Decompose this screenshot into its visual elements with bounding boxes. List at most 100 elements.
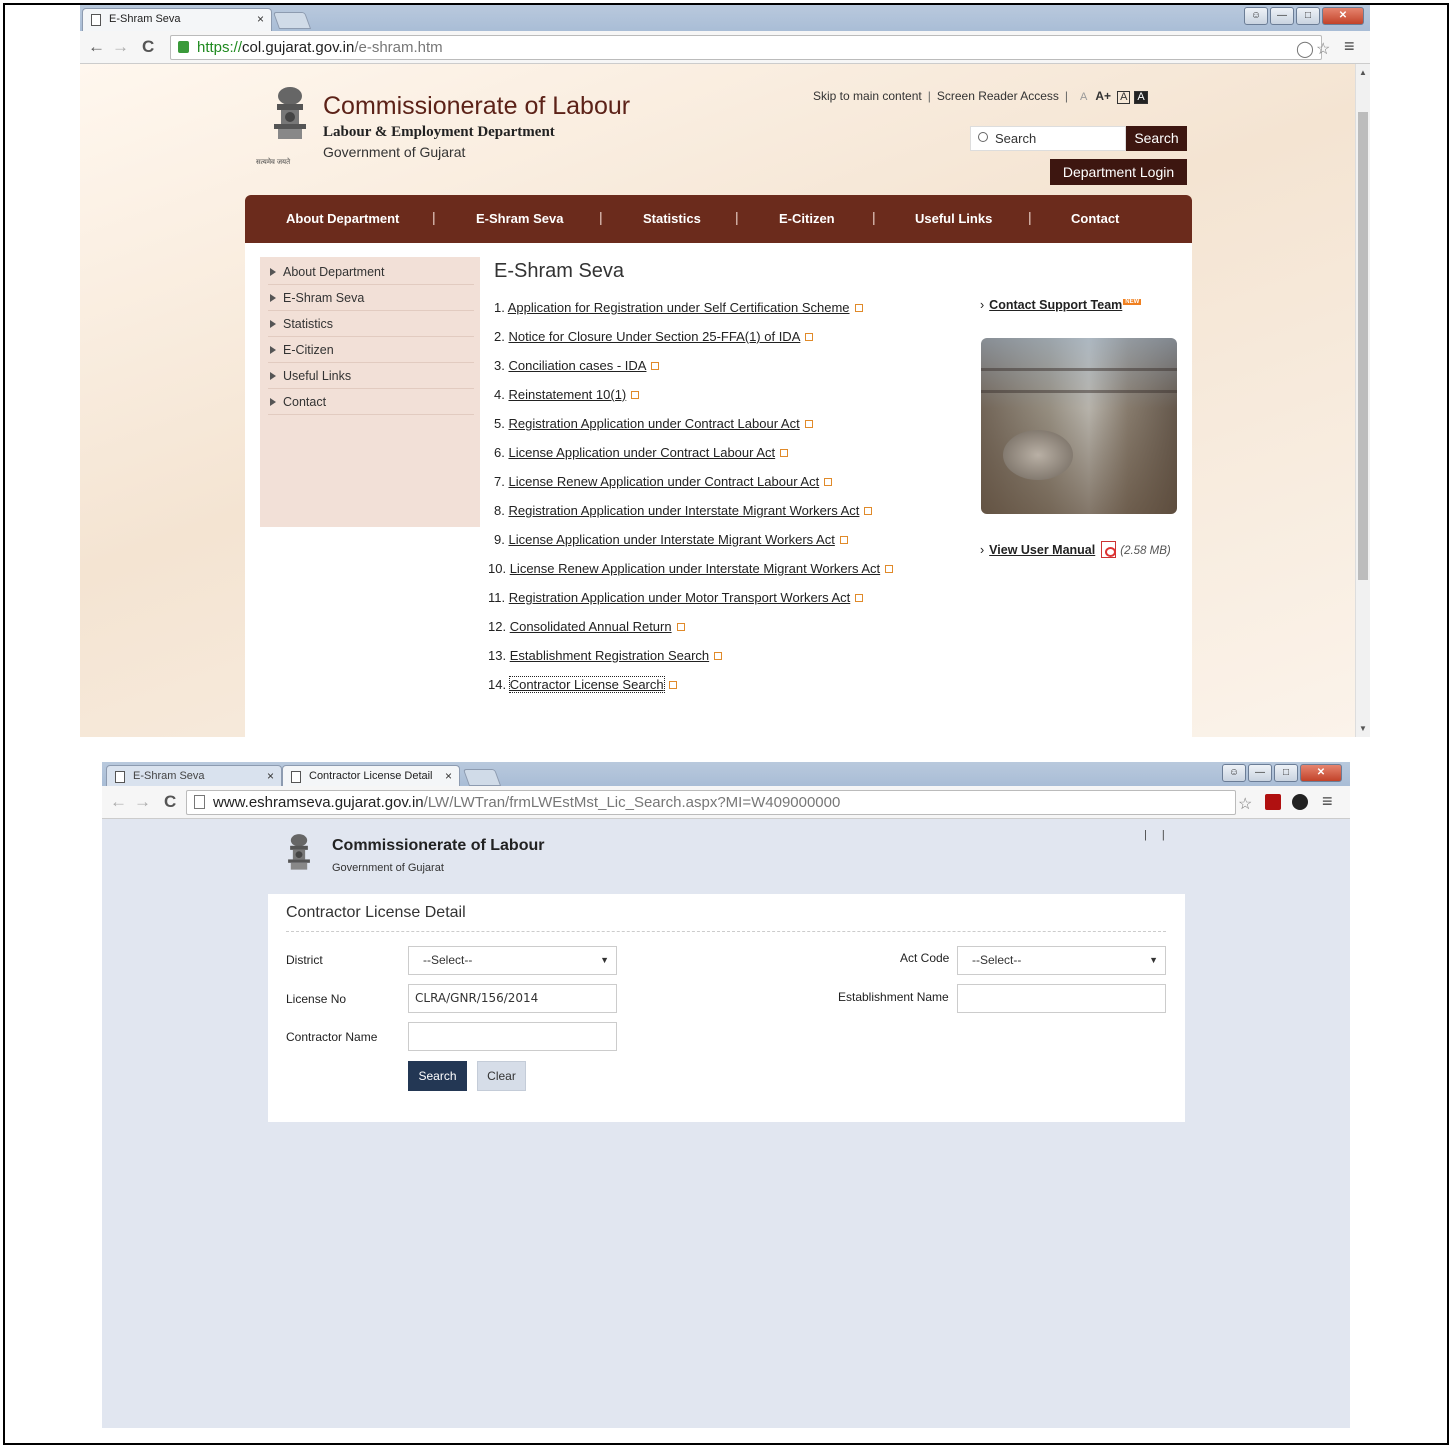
skip-to-main-link[interactable]: Skip to main content [813,89,922,103]
back-icon[interactable]: ← [110,792,127,812]
sidebar-item-statistics[interactable]: Statistics [268,311,474,337]
acrobat-extension-icon[interactable] [1265,794,1281,810]
service-link[interactable]: Registration Application under Contract … [508,416,799,431]
sidebar-item-e-shram-seva[interactable]: E-Shram Seva [268,285,474,311]
service-link[interactable]: Application for Registration under Self … [508,300,850,315]
minimize-button[interactable]: — [1270,7,1294,25]
service-link[interactable]: License Renew Application under Contract… [508,474,819,489]
service-link[interactable]: License Renew Application under Intersta… [510,561,880,576]
scroll-down-icon[interactable]: ▼ [1359,724,1367,733]
address-bar[interactable]: www.eshramseva.gujarat.gov.in/LW/LWTran/… [186,790,1236,815]
license-no-input[interactable]: CLRA/GNR/156/2014 [408,984,617,1013]
maximize-button[interactable]: □ [1274,764,1298,782]
bookmark-star-icon[interactable]: ☆ [1316,39,1330,59]
service-link-focused[interactable]: Contractor License Search [508,676,665,693]
act-code-label: Act Code [900,951,950,965]
user-manual-link[interactable]: View User Manual [989,543,1095,557]
reload-icon[interactable]: C [142,37,154,57]
sidebar-item-contact[interactable]: Contact [268,389,474,415]
address-bar[interactable]: https://col.gujarat.gov.in/e-shram.htm [170,35,1322,60]
scroll-up-icon[interactable]: ▲ [1359,68,1367,77]
nav-contact[interactable]: Contact [1071,211,1119,226]
service-link[interactable]: Notice for Closure Under Section 25-FFA(… [508,329,800,344]
nav-useful-links[interactable]: Useful Links [915,211,992,226]
close-window-button[interactable]: ✕ [1300,764,1342,782]
list-item[interactable]: 3. Conciliation cases - IDA [494,358,660,373]
forward-icon[interactable]: → [134,792,151,812]
menu-icon[interactable]: ≡ [1344,36,1355,57]
nav-about-department[interactable]: About Department [286,211,399,226]
list-item[interactable]: 12. Consolidated Annual Return [488,619,685,634]
site-search-button[interactable]: Search [1126,126,1187,151]
minimize-button[interactable]: — [1248,764,1272,782]
list-item[interactable]: 1. Application for Registration under Se… [494,300,863,315]
menu-icon[interactable]: ≡ [1322,791,1333,812]
list-item[interactable]: 9. License Application under Interstate … [494,532,848,547]
service-link[interactable]: Reinstatement 10(1) [508,387,626,402]
establishment-name-input[interactable] [957,984,1166,1013]
site-search-input[interactable]: Search [970,126,1126,151]
contrast-light-button[interactable]: A [1117,91,1131,104]
list-item[interactable]: 11. Registration Application under Motor… [488,590,864,605]
district-select[interactable]: --Select-- ▼ [408,946,617,975]
close-window-button[interactable]: ✕ [1322,7,1364,25]
scrollbar-thumb[interactable] [1358,112,1368,580]
user-icon[interactable]: ☺ [1244,7,1268,25]
list-item[interactable]: 2. Notice for Closure Under Section 25-F… [494,329,814,344]
department-login-button[interactable]: Department Login [1050,159,1187,185]
list-item[interactable]: 4. Reinstatement 10(1) [494,387,640,402]
list-item[interactable]: 13. Establishment Registration Search [488,648,723,663]
emblem-motto: सत्यमेव जयते [256,159,291,166]
sidebar-item-e-citizen[interactable]: E-Citizen [268,337,474,363]
contact-support-link[interactable]: › Contact Support Team NEW [980,298,1142,312]
nav-statistics[interactable]: Statistics [643,211,701,226]
tab-eshram-seva[interactable]: E-Shram Seva × [82,8,272,31]
tab-eshram-seva[interactable]: E-Shram Seva × [106,765,282,788]
user-icon[interactable]: ☺ [1222,764,1246,782]
service-link[interactable]: Conciliation cases - IDA [508,358,646,373]
tab-contractor-license-detail[interactable]: Contractor License Detail × [282,765,460,788]
new-tab-button[interactable] [462,769,502,786]
back-icon[interactable]: ← [88,37,105,57]
extension-icon[interactable] [1292,794,1308,810]
bookmark-star-icon[interactable]: ☆ [1238,794,1252,814]
maximize-button[interactable]: □ [1296,7,1320,25]
close-tab-icon[interactable]: × [445,769,452,783]
list-item[interactable]: 8. Registration Application under Inters… [494,503,873,518]
external-link-icon [651,362,660,370]
screen-reader-link[interactable]: Screen Reader Access [937,89,1059,103]
sidebar-item-useful-links[interactable]: Useful Links [268,363,474,389]
font-size-small-button[interactable]: A [1078,91,1089,103]
contrast-dark-button[interactable]: A [1134,91,1148,104]
service-link[interactable]: Registration Application under Motor Tra… [509,590,851,605]
close-tab-icon[interactable]: × [257,12,264,26]
shield-icon[interactable]: ◯ [1296,39,1314,59]
service-link[interactable]: Establishment Registration Search [510,648,709,663]
list-item[interactable]: 5. Registration Application under Contra… [494,416,813,431]
service-link[interactable]: License Application under Interstate Mig… [508,532,834,547]
forward-icon[interactable]: → [112,37,129,57]
org-title[interactable]: Commissionerate of Labour [323,92,630,121]
close-tab-icon[interactable]: × [267,769,274,783]
list-number: 6. [494,445,505,460]
nav-e-shram-seva[interactable]: E-Shram Seva [476,211,563,226]
org-government: Government of Gujarat [332,862,444,874]
list-item[interactable]: 10. License Renew Application under Inte… [488,561,894,576]
list-item[interactable]: 7. License Renew Application under Contr… [494,474,833,489]
nav-e-citizen[interactable]: E-Citizen [779,211,835,226]
new-tab-button[interactable] [272,12,312,29]
service-link[interactable]: Consolidated Annual Return [510,619,672,634]
contractor-name-input[interactable] [408,1022,617,1051]
act-code-select[interactable]: --Select-- ▼ [957,946,1166,975]
sidebar-item-about-department[interactable]: About Department [268,259,474,285]
list-item[interactable]: 6. License Application under Contract La… [494,445,789,460]
search-button[interactable]: Search [408,1061,467,1091]
service-link[interactable]: License Application under Contract Labou… [508,445,775,460]
pdf-icon[interactable] [1101,541,1117,558]
list-item[interactable]: 14. Contractor License Search [488,676,677,693]
reload-icon[interactable]: C [164,792,176,812]
font-size-large-button[interactable]: A+ [1093,89,1113,103]
vertical-scrollbar[interactable]: ▲ ▼ [1355,64,1370,737]
service-link[interactable]: Registration Application under Interstat… [508,503,859,518]
clear-button[interactable]: Clear [477,1061,526,1091]
